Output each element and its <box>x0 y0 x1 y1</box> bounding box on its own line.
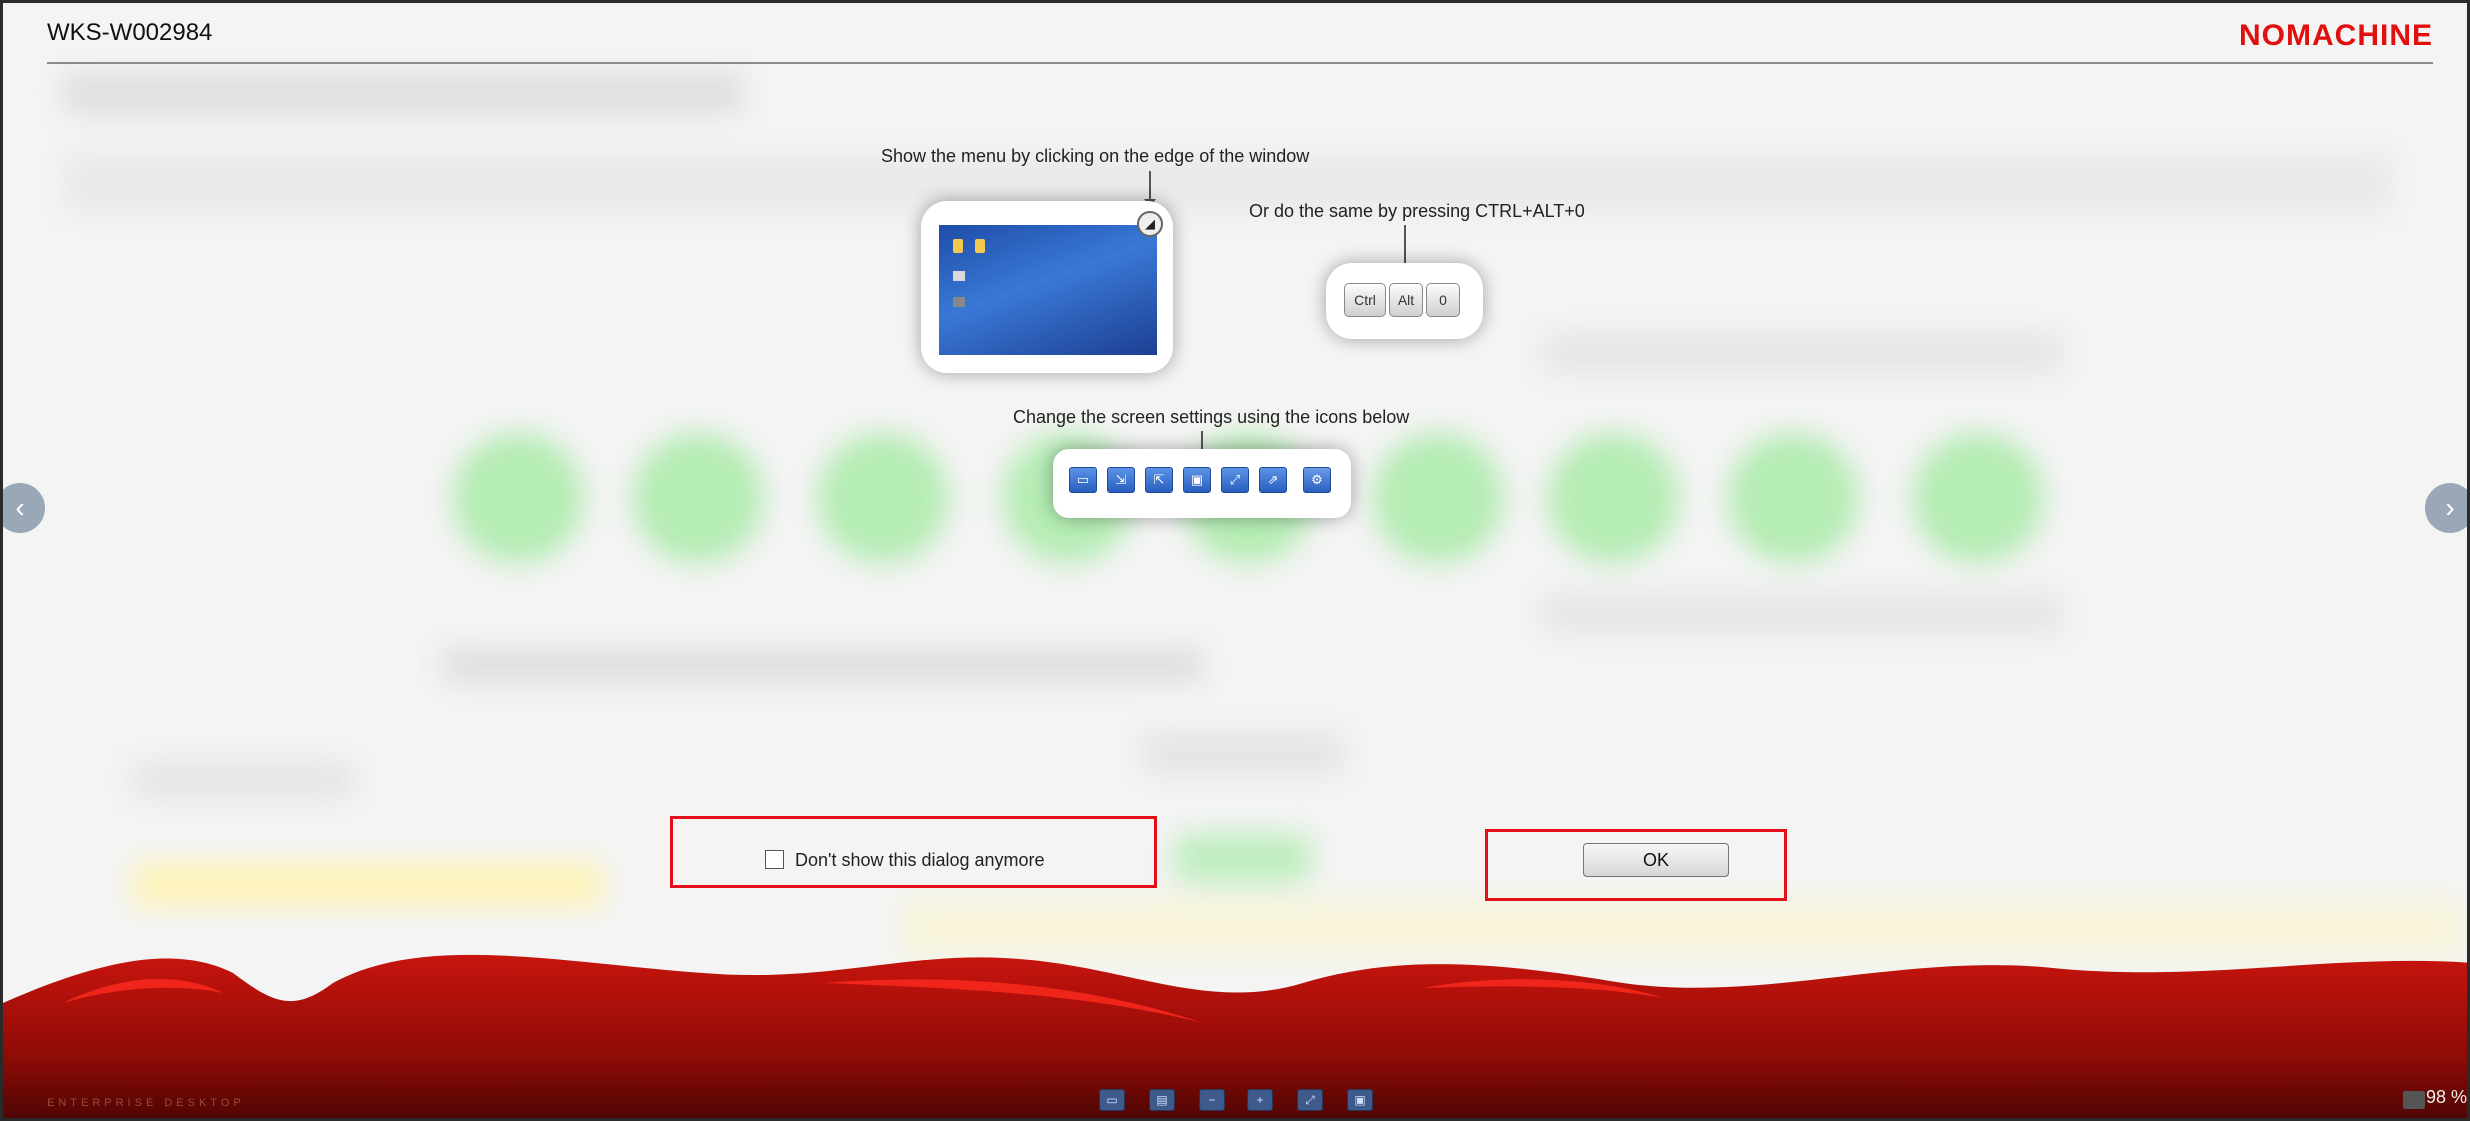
desktop-thumbnail <box>939 225 1157 355</box>
next-arrow-button[interactable]: › <box>2425 483 2467 533</box>
screen-tip-caption: Change the screen settings using the ico… <box>1013 407 1410 427</box>
monitor-icon <box>2403 1091 2425 1109</box>
drive-icon <box>953 271 965 281</box>
footer-fit-window-icon[interactable]: ▭ <box>1099 1089 1125 1111</box>
resize-icon: ⇱ <box>1145 467 1173 493</box>
previous-arrow-button[interactable]: ‹ <box>3 483 45 533</box>
key-zero: 0 <box>1426 283 1460 317</box>
header-divider <box>47 62 2433 64</box>
footer-fullscreen-icon[interactable]: ⤢ <box>1297 1089 1323 1111</box>
fit-window-icon: ▭ <box>1069 467 1097 493</box>
zoom-in-icon[interactable]: + <box>1247 1089 1273 1111</box>
menu-tip-caption: Show the menu by clicking on the edge of… <box>881 146 1310 166</box>
scale-icon: ⇲ <box>1107 467 1135 493</box>
viewport-icon: ▣ <box>1183 467 1211 493</box>
checkbox-highlight-box: Don't show this dialog anymore <box>670 816 1157 888</box>
zoom-out-icon[interactable]: − <box>1199 1089 1225 1111</box>
menu-corner-icon: ◢ <box>1137 211 1163 237</box>
footer-wave <box>3 954 2467 1118</box>
desktop-preview-card: ◢ <box>921 201 1173 373</box>
footer-scale-icon[interactable]: ▤ <box>1149 1089 1175 1111</box>
footer-display-icon[interactable]: ▣ <box>1347 1089 1373 1111</box>
dont-show-checkbox[interactable] <box>765 850 784 869</box>
shortcut-tip-caption: Or do the same by pressing CTRL+ALT+0 <box>1249 201 1585 221</box>
zoom-level: 98 % <box>2425 1087 2467 1107</box>
shortcut-keys-card: Ctrl Alt 0 <box>1326 263 1483 339</box>
dont-show-label[interactable]: Don't show this dialog anymore <box>795 850 1045 871</box>
key-ctrl: Ctrl <box>1344 283 1386 317</box>
footer-brand-text: ENTERPRISE DESKTOP <box>47 1097 245 1109</box>
fullscreen-icon: ⤢ <box>1221 467 1249 493</box>
scroll-icon: ⇗ <box>1259 467 1287 493</box>
nomachine-logo: NOMACHINE <box>2239 19 2433 52</box>
display-settings-icon: ⚙ <box>1303 467 1331 493</box>
key-alt: Alt <box>1389 283 1423 317</box>
ok-highlight-box: OK <box>1485 829 1787 901</box>
screen-settings-card: ▭ ⇲ ⇱ ▣ ⤢ ⇗ ⚙ <box>1053 449 1351 518</box>
remote-desktop-window: WKS-W002984 NOMACHINE Show the menu by c… <box>0 0 2470 1121</box>
folder-icon <box>953 239 963 253</box>
menu-tip-arrow <box>1144 171 1156 207</box>
folder-icon <box>975 239 985 253</box>
trash-icon <box>953 297 965 307</box>
ok-button[interactable]: OK <box>1583 843 1729 877</box>
session-title: WKS-W002984 <box>47 19 213 46</box>
